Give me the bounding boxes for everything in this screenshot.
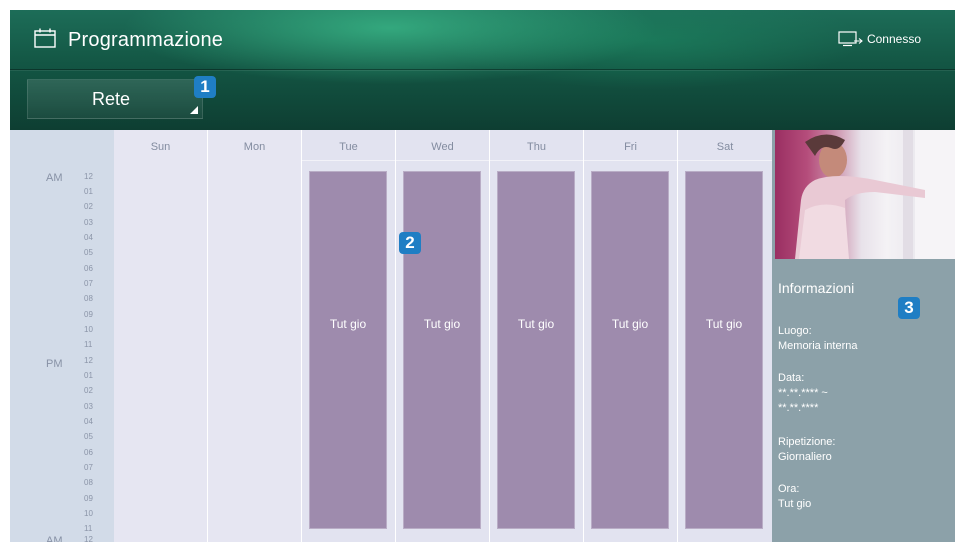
header-divider-highlight [10, 70, 955, 71]
day-header-tue: Tue [339, 141, 358, 153]
info-luogo-value: Memoria interna [778, 340, 858, 352]
hour-label: 01 [84, 371, 93, 380]
info-data-value-end: **.**.**** [778, 402, 819, 414]
hour-label: 07 [84, 279, 93, 288]
schedule-event-sat[interactable]: Tut gio [685, 171, 763, 529]
day-header-sun: Sun [150, 141, 171, 153]
hour-label: 08 [84, 478, 93, 487]
time-column: AM PM AM 12 01 02 03 04 05 06 07 08 09 1… [10, 130, 114, 542]
event-label: Tut gio [329, 317, 367, 331]
hour-label: 12 [84, 535, 93, 542]
info-panel: Informazioni 3 Luogo: Memoria interna Da… [772, 130, 955, 542]
callout-badge-1: 1 [194, 76, 216, 98]
title-bar: Programmazione Connesso [10, 10, 955, 70]
day-column-sat[interactable]: Sat Tut gio [678, 130, 772, 542]
hour-label: 03 [84, 402, 93, 411]
day-header-thu: Thu [527, 141, 546, 153]
hour-label: 06 [84, 448, 93, 457]
calendar-icon [34, 28, 56, 48]
info-title: Informazioni [778, 280, 855, 296]
event-label: Tut gio [611, 317, 649, 331]
hour-label: 11 [84, 524, 93, 533]
schedule-grid: AM PM AM 12 01 02 03 04 05 06 07 08 09 1… [10, 130, 772, 542]
hour-label: 06 [84, 264, 93, 273]
hour-label: 08 [84, 294, 93, 303]
hour-label: 04 [84, 233, 93, 242]
hour-label: 11 [84, 340, 93, 349]
day-header-sat: Sat [716, 141, 734, 153]
day-header-wed: Wed [431, 141, 454, 153]
day-column-fri[interactable]: Fri Tut gio [584, 130, 678, 542]
hour-label: 12 [84, 356, 93, 365]
hour-label: 10 [84, 509, 93, 518]
schedule-event-wed[interactable]: Tut gio [403, 171, 481, 529]
connection-status-label: Connesso [866, 32, 921, 46]
pm-label: PM [46, 358, 63, 370]
hour-label: 07 [84, 463, 93, 472]
hour-label: 09 [84, 494, 93, 503]
schedule-event-fri[interactable]: Tut gio [591, 171, 669, 529]
day-header-mon: Mon [243, 141, 266, 153]
hour-label: 10 [84, 325, 93, 334]
day-column-mon[interactable]: Mon [208, 130, 302, 542]
hour-label: 02 [84, 202, 93, 211]
day-column-thu[interactable]: Thu Tut gio [490, 130, 584, 542]
hour-label: 03 [84, 218, 93, 227]
day-column-wed[interactable]: Wed Tut gio [396, 130, 490, 542]
page-title: Programmazione [68, 29, 224, 51]
hour-label: 02 [84, 386, 93, 395]
info-data-label: Data: [778, 372, 805, 384]
hour-label: 05 [84, 248, 93, 257]
schedule-event-tue[interactable]: Tut gio [309, 171, 387, 529]
callout-badge-2: 2 [399, 232, 421, 254]
day-column-tue[interactable]: Tue Tut gio [302, 130, 396, 542]
hour-label: 09 [84, 310, 93, 319]
header: Programmazione Connesso Rete 1 [10, 10, 955, 130]
callout-badge-3: 3 [898, 297, 920, 319]
hour-label: 01 [84, 187, 93, 196]
dropdown-corner-icon [190, 106, 198, 114]
event-label: Tut gio [423, 317, 461, 331]
connection-status: Connesso [838, 31, 921, 47]
am-label: AM [46, 172, 63, 184]
tv-link-icon [838, 31, 863, 47]
day-column-sun[interactable]: Sun [114, 130, 208, 542]
content-thumbnail [775, 130, 955, 259]
hour-label: 04 [84, 417, 93, 426]
thumbnail-image [795, 130, 955, 259]
hour-label: 12 [84, 172, 93, 181]
event-label: Tut gio [705, 317, 743, 331]
schedule-screen: Programmazione Connesso Rete 1 AM PM AM … [10, 10, 955, 542]
source-dropdown-value: Rete [92, 89, 131, 109]
info-ripetizione-value: Giornaliero [778, 451, 832, 463]
hour-label: 05 [84, 432, 93, 441]
info-ora-label: Ora: [778, 483, 800, 495]
am-end-label: AM [46, 535, 63, 542]
info-luogo-label: Luogo: [778, 325, 812, 337]
source-dropdown[interactable]: Rete [27, 79, 203, 119]
day-header-fri: Fri [624, 141, 637, 153]
schedule-event-thu[interactable]: Tut gio [497, 171, 575, 529]
event-label: Tut gio [517, 317, 555, 331]
info-data-value-start: **.**.**** ~ [778, 387, 828, 399]
info-ora-value: Tut gio [778, 498, 812, 510]
info-ripetizione-label: Ripetizione: [778, 436, 836, 448]
